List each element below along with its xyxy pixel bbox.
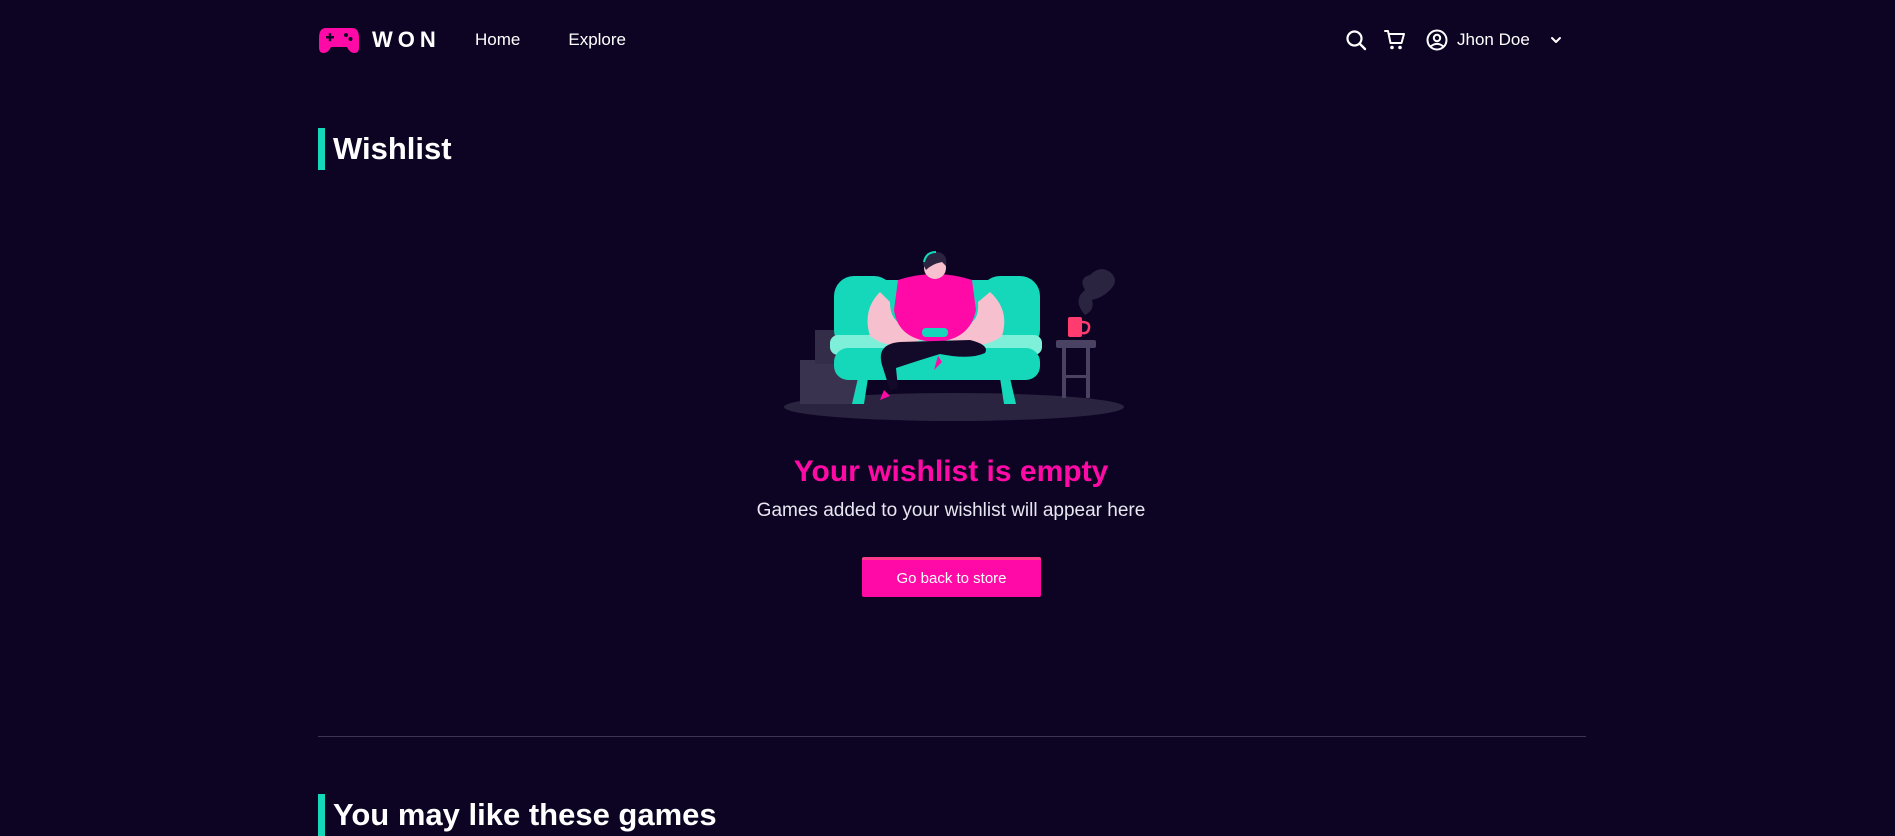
empty-state-title: Your wishlist is empty	[793, 455, 1109, 488]
main-nav: Home Explore	[475, 30, 626, 50]
search-icon[interactable]	[1344, 28, 1368, 52]
user-menu[interactable]: Jhon Doe	[1425, 28, 1568, 52]
title-accent-bar	[318, 794, 325, 836]
chevron-down-icon	[1544, 28, 1568, 52]
empty-wishlist-illustration	[784, 251, 1124, 421]
header-tools: Jhon Doe	[1344, 28, 1568, 52]
title-accent-bar	[318, 128, 325, 170]
nav-home[interactable]: Home	[475, 30, 520, 50]
recommendations-heading: You may like these games	[318, 794, 717, 836]
gamepad-logo-icon	[319, 28, 359, 53]
wishlist-heading: Wishlist	[318, 128, 452, 170]
back-to-store-button[interactable]: Go back to store	[862, 557, 1041, 597]
top-navbar: WON Home Explore Jhon Doe	[0, 0, 1895, 82]
logo-text: WON	[372, 27, 441, 52]
cart-icon[interactable]	[1383, 28, 1407, 52]
user-circle-icon	[1425, 28, 1449, 52]
logo[interactable]: WON	[318, 26, 441, 54]
recommendations-title: You may like these games	[333, 797, 717, 832]
empty-state-subtitle: Games added to your wishlist will appear…	[756, 500, 1146, 521]
user-name: Jhon Doe	[1457, 30, 1530, 49]
page-title: Wishlist	[333, 131, 452, 166]
nav-explore[interactable]: Explore	[568, 30, 626, 50]
section-divider	[318, 736, 1586, 737]
